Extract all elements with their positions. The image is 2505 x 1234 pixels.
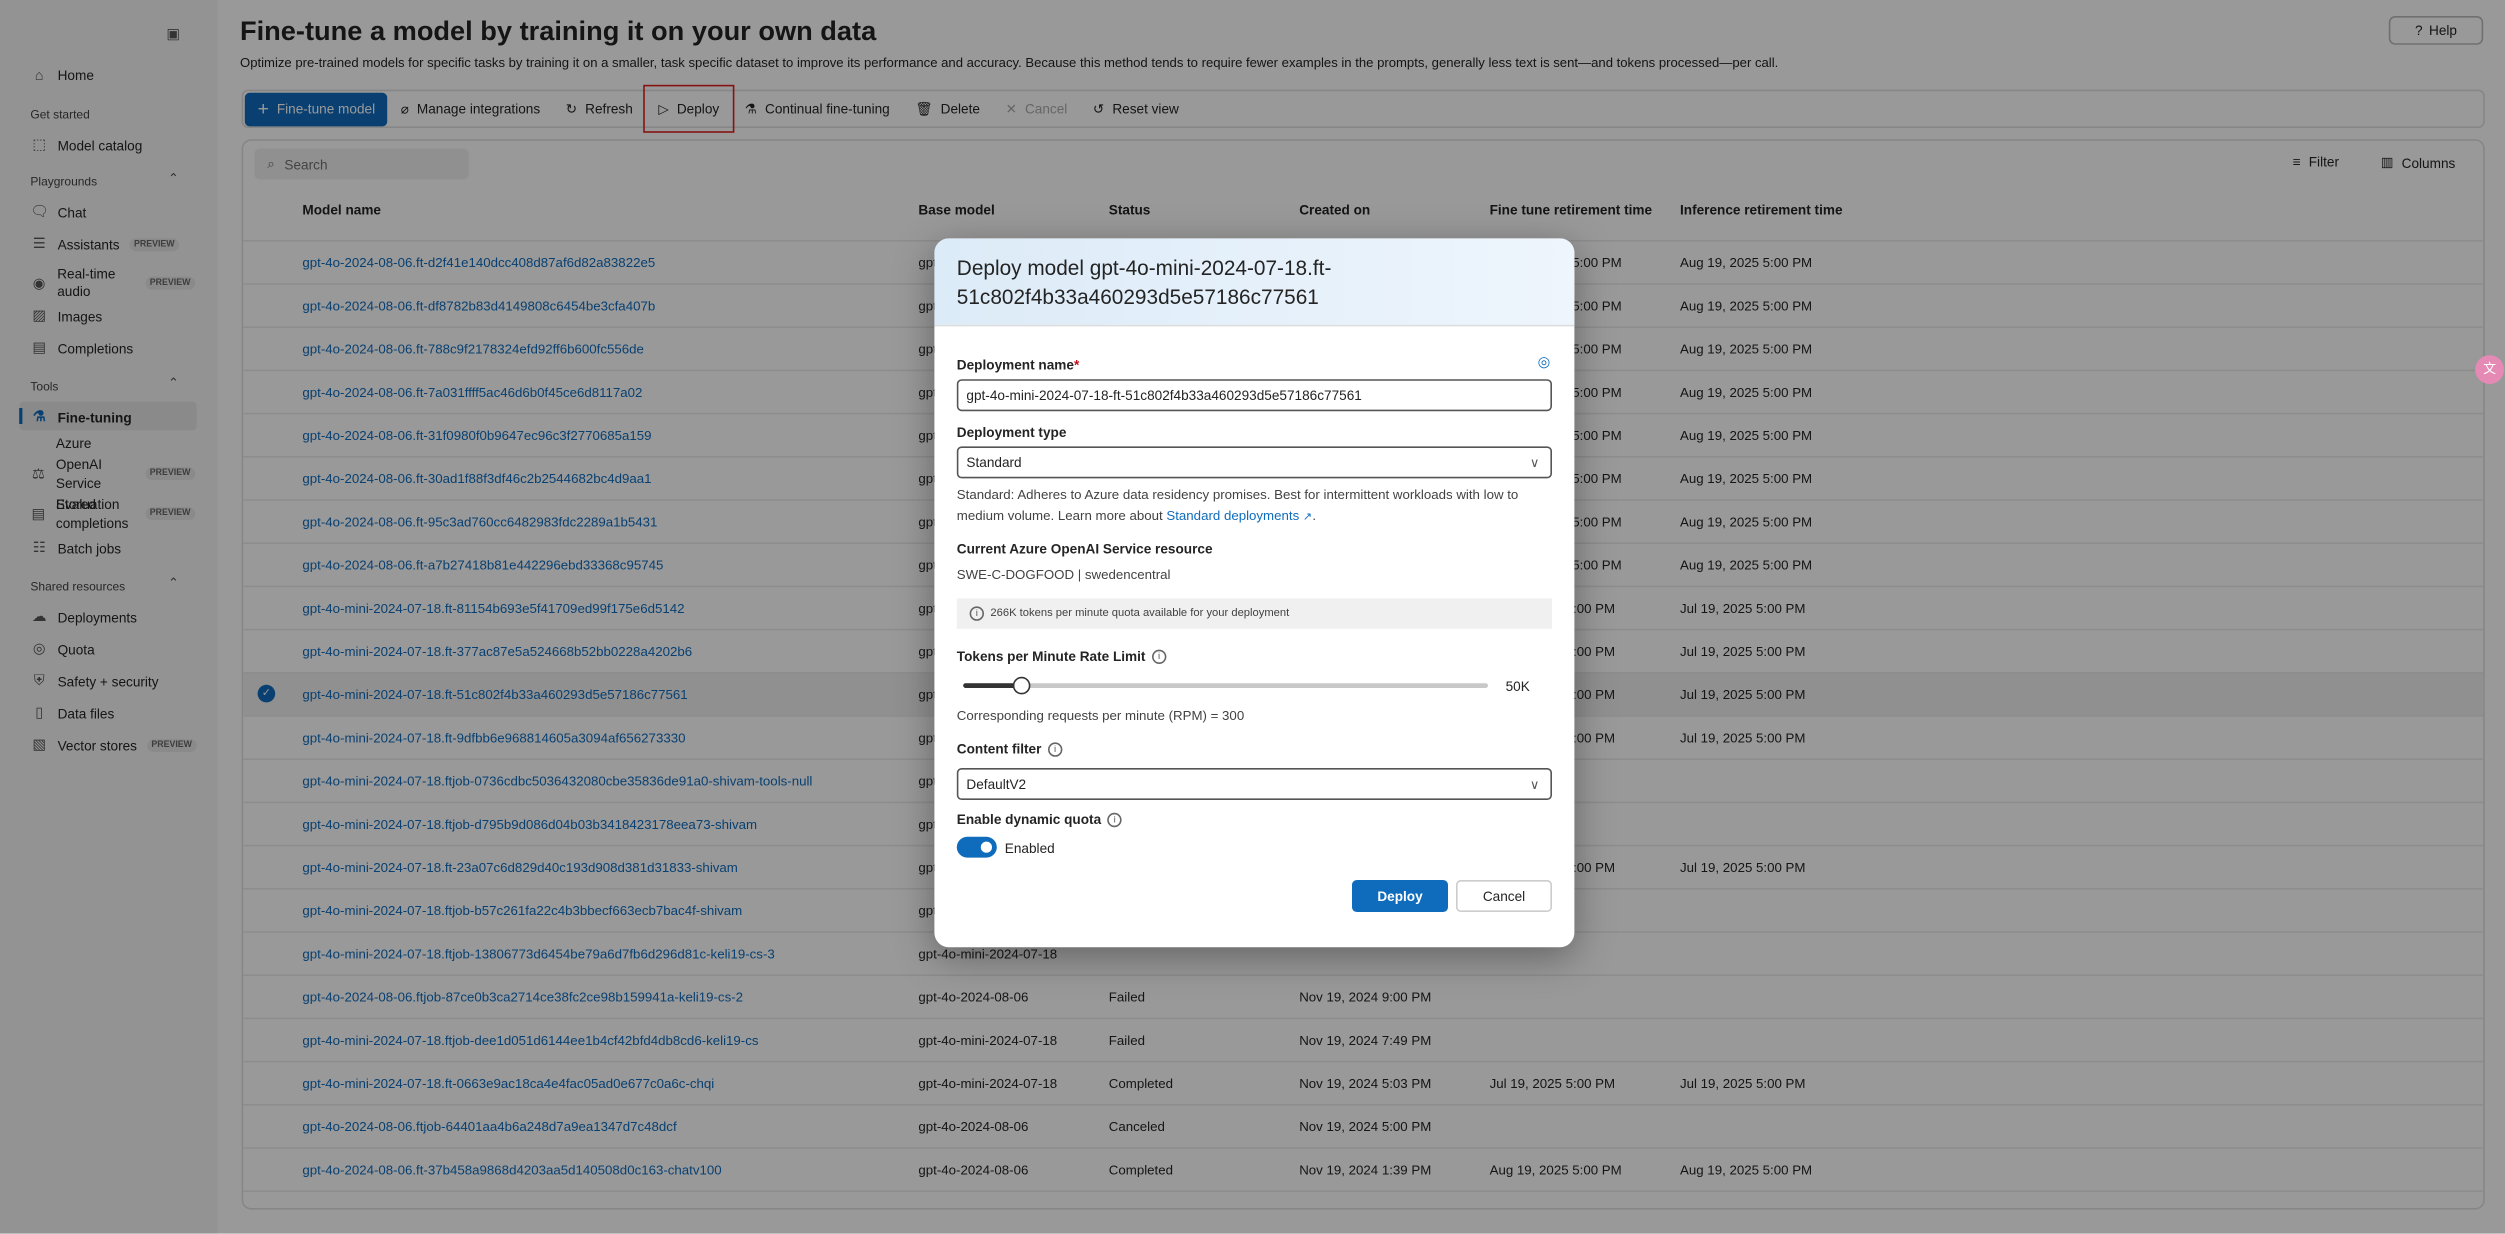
chevron-down-icon: ∨ — [1530, 777, 1539, 791]
deployment-name-label: Deployment name* — [957, 357, 1079, 373]
resource-value: SWE-C-DOGFOOD | swedencentral — [957, 565, 1171, 586]
content-filter-label: Content filteri — [957, 741, 1062, 757]
translate-extension-icon[interactable]: 文 — [2475, 355, 2504, 384]
toggle-switch[interactable] — [957, 837, 997, 858]
dialog-title: Deploy model gpt-4o-mini-2024-07-18.ft-5… — [934, 238, 1574, 326]
tpm-value: 50K — [1506, 678, 1530, 694]
dynamic-quota-label: Enable dynamic quotai — [957, 811, 1122, 827]
deployment-type-description: Standard: Adheres to Azure data residenc… — [957, 485, 1557, 528]
info-icon[interactable]: i — [1152, 650, 1166, 664]
deployment-type-dropdown[interactable]: Standard∨ — [957, 446, 1552, 478]
deploy-model-dialog: Deploy model gpt-4o-mini-2024-07-18.ft-5… — [934, 238, 1574, 947]
tpm-label: Tokens per Minute Rate Limiti — [957, 648, 1166, 664]
rpm-text: Corresponding requests per minute (RPM) … — [957, 706, 1244, 727]
tpm-slider-thumb[interactable] — [1013, 677, 1031, 695]
dynamic-quota-toggle[interactable]: Enabled — [957, 837, 1055, 858]
external-link-icon: ↗ — [1303, 512, 1312, 523]
info-icon: i — [970, 606, 984, 620]
info-icon[interactable]: i — [1048, 743, 1062, 757]
chevron-down-icon: ∨ — [1530, 455, 1539, 469]
deployment-type-label: Deployment type — [957, 424, 1067, 440]
quota-info-banner: i266K tokens per minute quota available … — [957, 598, 1552, 628]
resource-label: Current Azure OpenAI Service resource — [957, 541, 1213, 557]
copilot-icon[interactable]: ◎ — [1538, 354, 1551, 372]
tpm-slider[interactable] — [963, 683, 1488, 688]
info-icon[interactable]: i — [1108, 813, 1122, 827]
deployment-name-input[interactable]: gpt-4o-mini-2024-07-18-ft-51c802f4b33a46… — [957, 379, 1552, 411]
standard-deployments-link[interactable]: Standard deployments — [1166, 507, 1299, 523]
cancel-button[interactable]: Cancel — [1456, 880, 1552, 912]
deploy-confirm-button[interactable]: Deploy — [1352, 880, 1448, 912]
content-filter-dropdown[interactable]: DefaultV2∨ — [957, 768, 1552, 800]
